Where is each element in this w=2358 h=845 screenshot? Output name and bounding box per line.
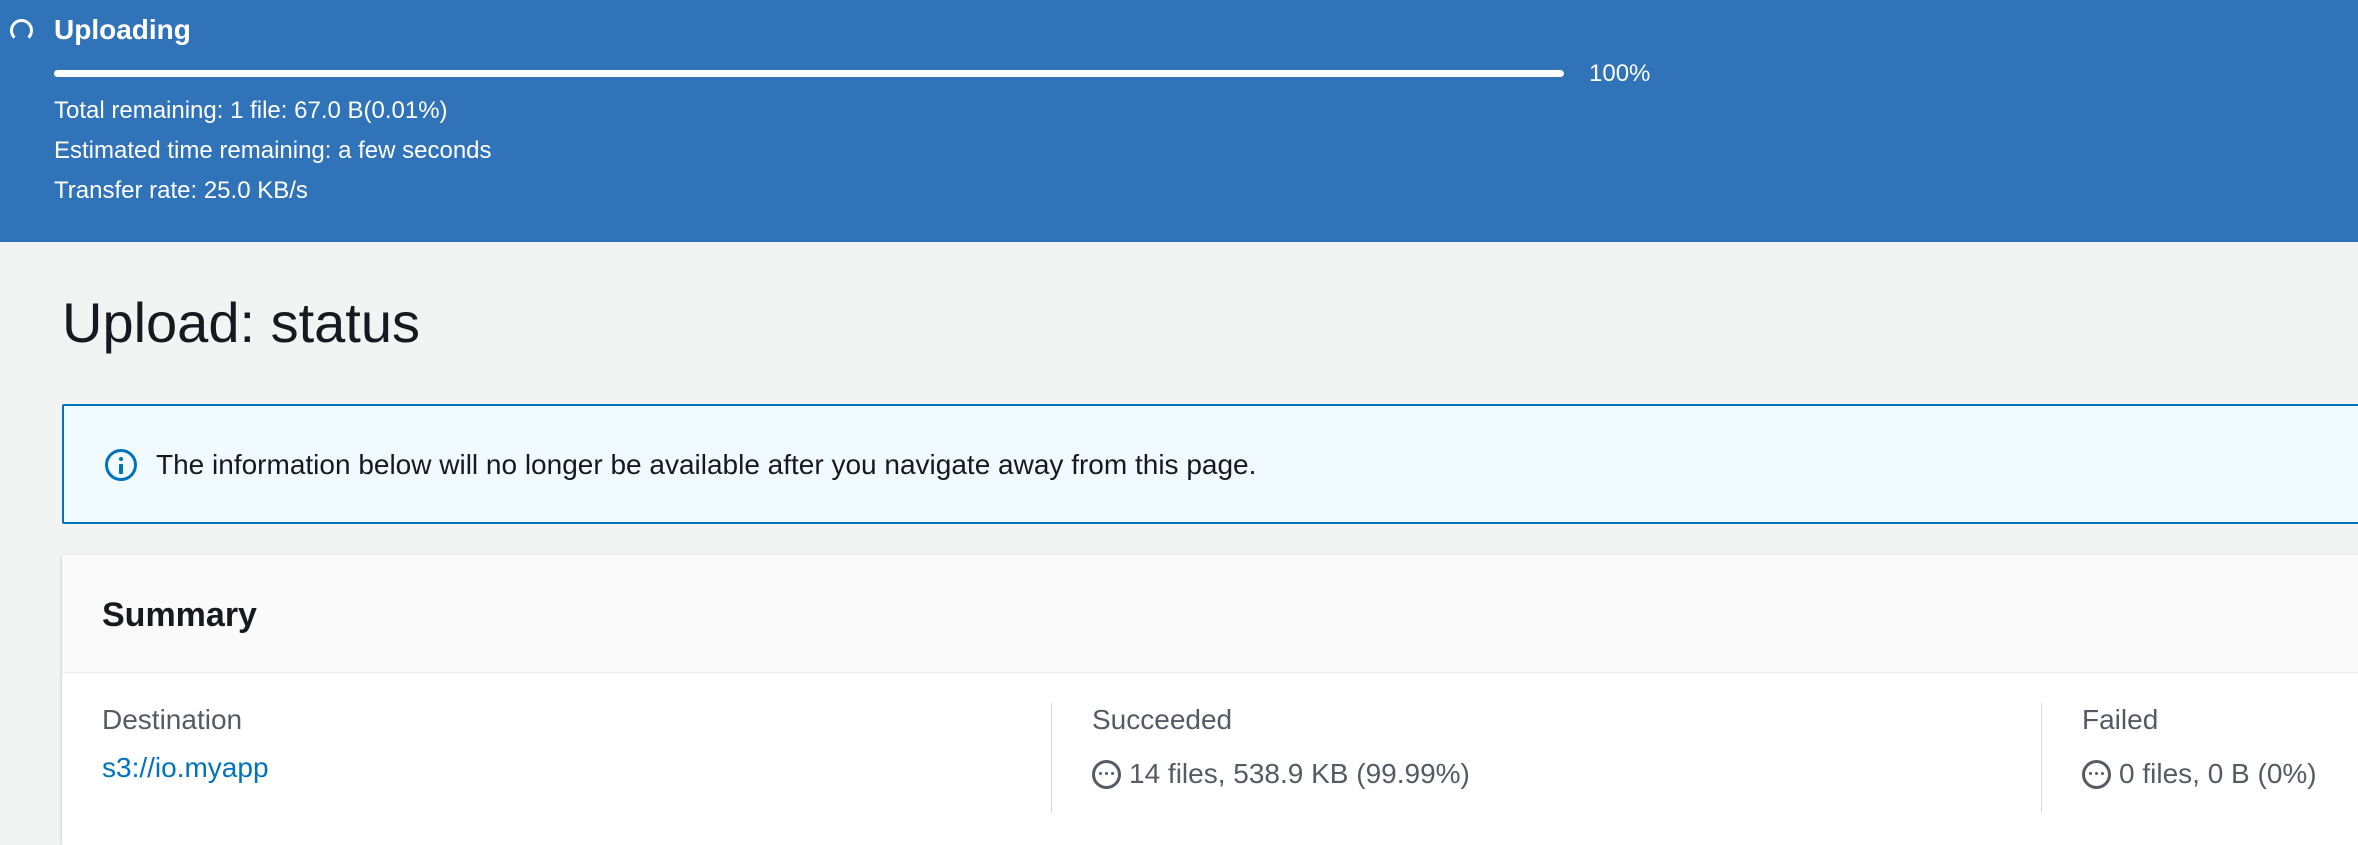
total-remaining-text: Total remaining: 1 file: 67.0 B(0.01%)	[54, 97, 448, 124]
info-alert: The information below will no longer be …	[62, 404, 2358, 524]
column-divider	[1051, 703, 1052, 813]
column-divider	[2041, 703, 2042, 813]
upload-progress-fill	[54, 70, 1564, 77]
succeeded-value-row: 14 files, 538.9 KB (99.99%)	[1092, 757, 1470, 791]
info-icon	[105, 449, 137, 481]
succeeded-label: Succeeded	[1092, 704, 1233, 735]
summary-panel: Summary Destination s3://io.myapp Succee…	[62, 555, 2358, 845]
page-title: Upload: status	[62, 291, 420, 354]
upload-progress-banner: Uploading 100% Total remaining: 1 file: …	[0, 0, 2358, 242]
summary-title: Summary	[102, 596, 257, 634]
succeeded-column: Succeeded 14 files, 538.9 KB (99.99%)	[1092, 703, 1470, 791]
destination-column: Destination s3://io.myapp	[102, 703, 269, 785]
failed-value-row: 0 files, 0 B (0%)	[2082, 757, 2317, 791]
banner-title: Uploading	[54, 14, 191, 45]
transfer-rate-text: Transfer rate: 25.0 KB/s	[54, 177, 308, 204]
failed-label: Failed	[2082, 704, 2159, 735]
failed-value: 0 files, 0 B (0%)	[2119, 758, 2317, 789]
loading-spinner-icon	[10, 19, 33, 42]
estimated-time-text: Estimated time remaining: a few seconds	[54, 137, 492, 164]
summary-header: Summary	[62, 555, 2358, 673]
destination-label: Destination	[102, 704, 243, 735]
in-progress-dots-icon	[1092, 759, 1121, 789]
info-alert-message: The information below will no longer be …	[156, 449, 1257, 480]
destination-link[interactable]: s3://io.myapp	[102, 751, 269, 785]
in-progress-dots-icon	[2082, 759, 2111, 789]
succeeded-value: 14 files, 538.9 KB (99.99%)	[1129, 758, 1470, 789]
upload-progress-bar	[54, 70, 1564, 77]
failed-column: Failed 0 files, 0 B (0%)	[2082, 703, 2317, 791]
progress-percent: 100%	[1589, 60, 1651, 87]
